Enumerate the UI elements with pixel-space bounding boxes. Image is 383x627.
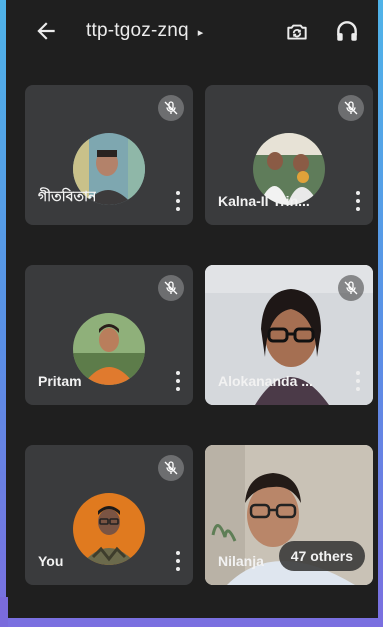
participant-name: Kalna-II Trin... [218, 193, 310, 209]
more-options-icon[interactable] [355, 191, 361, 211]
mic-off-icon [158, 275, 184, 301]
participant-tile[interactable]: Pritam [25, 265, 193, 405]
more-options-icon[interactable] [175, 191, 181, 211]
participant-tile[interactable]: গীতবিতান [25, 85, 193, 225]
participant-video-tile[interactable]: Nilanja 47 others [205, 445, 373, 585]
top-bar: ttp-tgoz-znq ▸ [6, 0, 378, 64]
avatar [73, 493, 145, 565]
participant-name: You [38, 553, 64, 569]
more-options-icon[interactable] [175, 371, 181, 391]
mic-off-icon [338, 275, 364, 301]
meet-screen: ttp-tgoz-znq ▸ গীতবিতান Kalna-II Trin...… [6, 0, 378, 618]
meeting-title[interactable]: ttp-tgoz-znq ▸ [86, 20, 203, 42]
participant-name: Alokananda ... [218, 373, 313, 389]
switch-camera-icon[interactable] [284, 18, 310, 44]
mic-off-icon [158, 455, 184, 481]
more-options-icon[interactable] [175, 551, 181, 571]
back-arrow-icon[interactable] [33, 18, 59, 44]
more-options-icon[interactable] [355, 371, 361, 391]
participant-name: গীতবিতান [38, 188, 97, 204]
meeting-code: ttp-tgoz-znq [86, 20, 189, 41]
caret-right-icon: ▸ [197, 26, 204, 39]
headphones-icon[interactable] [334, 18, 360, 44]
wallpaper-edge [0, 597, 8, 627]
participant-tile-self[interactable]: You [25, 445, 193, 585]
participant-name: Pritam [38, 373, 82, 389]
mic-off-icon [338, 95, 364, 121]
participant-video-tile[interactable]: Alokananda ... [205, 265, 373, 405]
participant-name: Nilanja [218, 553, 264, 569]
participant-tile[interactable]: Kalna-II Trin... [205, 85, 373, 225]
avatar [73, 313, 145, 385]
mic-off-icon [158, 95, 184, 121]
others-count-button[interactable]: 47 others [278, 541, 365, 571]
